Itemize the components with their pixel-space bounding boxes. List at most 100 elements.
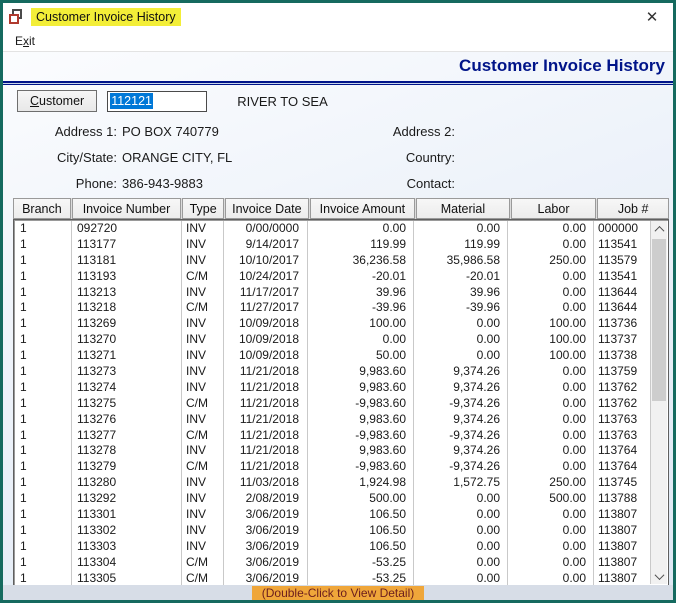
table-cell: 113278: [72, 443, 182, 460]
table-cell: -39.96: [308, 300, 414, 317]
table-row[interactable]: 1 113280 INV 11/03/2018 1,924.98 1,572.75 250.…: [15, 475, 650, 492]
table-cell: 9,374.26: [414, 411, 508, 428]
table-cell: 113302: [72, 522, 182, 539]
table-row[interactable]: 1 113218 C/M 11/27/2017 -39.96 -39.96 0.00 1136…: [15, 300, 650, 317]
table-cell: 0.00: [508, 395, 594, 412]
table-cell: -20.01: [308, 268, 414, 285]
column-header-material[interactable]: Material: [416, 198, 510, 219]
vertical-scrollbar[interactable]: [650, 221, 667, 584]
table-row[interactable]: 1 113177 INV 9/14/2017 119.99 119.99 0.00 11354…: [15, 236, 650, 253]
table-cell: 1: [15, 411, 72, 428]
table-cell: 0.00: [508, 379, 594, 396]
table-cell: 11/21/2018: [224, 427, 308, 444]
table-row[interactable]: 1 113269 INV 10/09/2018 100.00 0.00 100.00 1137…: [15, 316, 650, 333]
column-header-branch[interactable]: Branch: [13, 198, 71, 219]
table-cell: 0.00: [308, 221, 414, 237]
menu-item-exit[interactable]: Exit: [11, 32, 39, 50]
table-cell: 0.00: [414, 538, 508, 555]
table-cell: 9,983.60: [308, 411, 414, 428]
table-cell: 1: [15, 570, 72, 585]
content-area: Customer Invoice History Customer 112121…: [3, 52, 673, 600]
table-cell: 1: [15, 507, 72, 523]
table-row[interactable]: 1 113270 INV 10/09/2018 0.00 0.00 100.00 113737: [15, 332, 650, 349]
column-header-invoice-date[interactable]: Invoice Date: [225, 198, 309, 219]
close-icon[interactable]: ✕: [637, 5, 667, 29]
customer-name-text: RIVER TO SEA: [237, 93, 328, 109]
table-row[interactable]: 1 113303 INV 3/06/2019 106.50 0.00 0.00 113807: [15, 538, 650, 555]
table-row[interactable]: 1 113277 C/M 11/21/2018 -9,983.60 -9,374.26 0.…: [15, 427, 650, 444]
table-body-frame: 1 092720 INV 0/00/0000 0.00 0.00 0.00 000000 1 11…: [13, 219, 669, 586]
column-header-type[interactable]: Type: [182, 198, 225, 219]
table-cell: 0.00: [414, 507, 508, 523]
table-cell: 0.00: [508, 443, 594, 460]
app-window-icon: [9, 9, 25, 24]
table-row[interactable]: 1 113301 INV 3/06/2019 106.50 0.00 0.00 113807: [15, 507, 650, 523]
citystate-label: City/State:: [57, 149, 117, 165]
table-cell: 250.00: [508, 475, 594, 492]
table-cell: 0.00: [508, 221, 594, 237]
table-cell: -53.25: [308, 554, 414, 571]
column-header-invoice-number[interactable]: Invoice Number: [71, 198, 182, 219]
table-cell: 0/00/0000: [224, 221, 308, 237]
table-cell: 1: [15, 395, 72, 412]
table-cell: 1: [15, 554, 72, 571]
table-row[interactable]: 1 113273 INV 11/21/2018 9,983.60 9,374.26 0.00…: [15, 364, 650, 380]
table-cell: 113193: [72, 268, 182, 285]
table-cell: 113764: [598, 459, 638, 474]
table-row[interactable]: 1 113275 C/M 11/21/2018 -9,983.60 -9,374.26 0.…: [15, 395, 650, 412]
table-cell: 000000: [598, 221, 639, 235]
table-cell: 1: [15, 475, 72, 492]
table-row[interactable]: 1 113304 C/M 3/06/2019 -53.25 0.00 0.00 113807: [15, 554, 650, 571]
customer-lookup-row: Customer 112121 RIVER TO SEA: [17, 90, 328, 112]
table-cell: 11/21/2018: [224, 364, 308, 380]
column-header-job[interactable]: Job #: [597, 198, 669, 219]
table-row[interactable]: 1 092720 INV 0/00/0000 0.00 0.00 0.00 000000: [15, 221, 650, 237]
table-row[interactable]: 1 113302 INV 3/06/2019 106.50 0.00 0.00 113807: [15, 522, 650, 539]
scrollbar-thumb[interactable]: [652, 239, 666, 401]
address1-label: Address 1:: [54, 123, 117, 139]
table-row[interactable]: 1 113292 INV 2/08/2019 500.00 0.00 500.00 11378…: [15, 491, 650, 508]
table-row[interactable]: 1 113276 INV 11/21/2018 9,983.60 9,374.26 0.00…: [15, 411, 650, 428]
table-row[interactable]: 1 113305 C/M 3/06/2019 -53.25 0.00 0.00 113807: [15, 570, 650, 585]
table-row[interactable]: 1 113278 INV 11/21/2018 9,983.60 9,374.26 0.00…: [15, 443, 650, 460]
table-cell: 113736: [598, 316, 638, 331]
table-row[interactable]: 1 113279 C/M 11/21/2018 -9,983.60 -9,374.26 0.…: [15, 459, 650, 476]
table-cell: 9,374.26: [414, 364, 508, 380]
table-cell: INV: [182, 507, 224, 523]
table-cell: 11/21/2018: [224, 411, 308, 428]
customer-details: Address 1: PO BOX 740779 Address 2: City…: [17, 118, 659, 196]
title-bar: Customer Invoice History ✕: [3, 3, 673, 30]
table-cell: 113269: [72, 316, 182, 333]
table-row[interactable]: 1 113274 INV 11/21/2018 9,983.60 9,374.26 0.00…: [15, 379, 650, 396]
table-cell: 113807: [598, 570, 638, 585]
table-cell: 1: [15, 252, 72, 269]
scroll-down-icon[interactable]: [651, 568, 667, 584]
table-cell: -9,374.26: [414, 427, 508, 444]
table-cell: 1,572.75: [414, 475, 508, 492]
column-header-invoice-amount[interactable]: Invoice Amount: [309, 198, 416, 219]
table-row[interactable]: 1 113213 INV 11/17/2017 39.96 39.96 0.00 113644: [15, 284, 650, 301]
table-cell: 10/09/2018: [224, 332, 308, 349]
table-cell: 106.50: [308, 522, 414, 539]
table-cell: 1: [15, 364, 72, 380]
table-cell: 113807: [598, 522, 638, 537]
table-cell: 0.00: [508, 236, 594, 253]
table-cell: 39.96: [308, 284, 414, 301]
table-row[interactable]: 1 113271 INV 10/09/2018 50.00 0.00 100.00 11373…: [15, 348, 650, 365]
table-row[interactable]: 1 113181 INV 10/10/2017 36,236.58 35,986.58 25…: [15, 252, 650, 269]
table-row[interactable]: 1 113193 C/M 10/24/2017 -20.01 -20.01 0.00 1135…: [15, 268, 650, 285]
customer-number-input[interactable]: 112121: [107, 90, 208, 112]
table-cell: 0.00: [508, 411, 594, 428]
table-cell: INV: [182, 348, 224, 365]
phone-label: Phone:: [75, 175, 117, 191]
column-header-labor[interactable]: Labor: [510, 198, 597, 219]
customer-button[interactable]: Customer: [17, 90, 98, 112]
table-cell: 100.00: [508, 348, 594, 365]
window-title: Customer Invoice History: [31, 7, 181, 26]
table-cell: -39.96: [414, 300, 508, 317]
table-cell: 113788: [598, 491, 638, 506]
table-cell: C/M: [182, 395, 224, 412]
table-cell: INV: [182, 221, 224, 237]
table-cell: 119.99: [308, 236, 414, 253]
scroll-up-icon[interactable]: [651, 221, 667, 237]
